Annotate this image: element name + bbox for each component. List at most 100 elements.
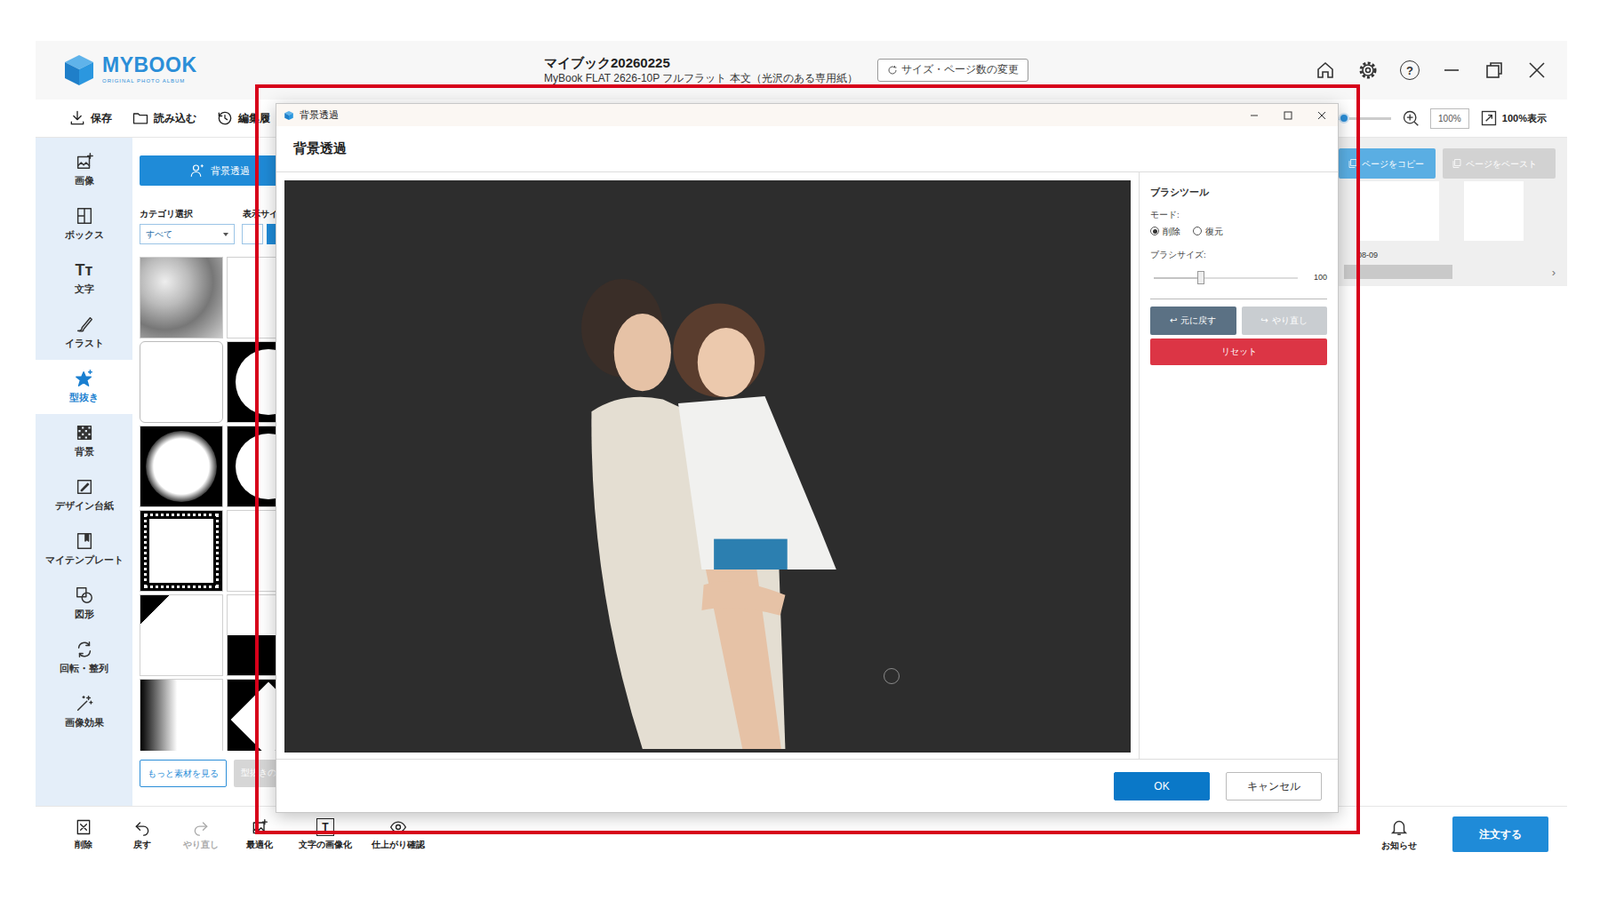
arrow-icon: ↩ [1169,313,1177,328]
logo-tagline: ORIGINAL PHOTO ALBUM [102,77,198,86]
toolbar-item[interactable]: 保存 [68,109,112,128]
material-tile[interactable] [139,510,224,592]
dropdown-caret-icon [223,232,229,237]
bottom-tool-label: 文字の画像化 [298,838,352,852]
sidebar-label: イラスト [64,336,104,352]
bottom-tool-button[interactable]: 仕上がり確認 [368,818,429,852]
toolbar-label: 編集履 [238,110,271,127]
zoom-value[interactable]: 100% [1430,108,1470,129]
material-tile[interactable] [139,594,224,677]
pen-square-icon [74,477,95,497]
sidebar-item[interactable]: 画像 [35,143,133,198]
size-small-button[interactable] [241,224,264,245]
page-button-label: ページをペースト [1465,157,1537,171]
minimize-icon[interactable] [1248,110,1260,121]
sidebar-item[interactable]: 背景 [35,414,133,469]
page-thumbnail[interactable] [1464,181,1524,241]
bottom-tool-button[interactable]: 最適化 [236,818,283,852]
bottom-tool-button[interactable]: 削除 [60,818,107,852]
sidebar-item[interactable]: 回転・整列 [35,631,133,686]
sidebar-item[interactable]: Tт文字 [35,251,133,306]
sidebar-item[interactable]: 型抜き [35,360,133,415]
mode-radio[interactable]: 削除 [1150,224,1181,239]
sidebar-item[interactable]: マイテンプレート [35,522,133,577]
dialog-heading: 背景透過 [276,126,1338,173]
sidebar-item[interactable]: デザイン台紙 [35,468,133,523]
text-image-icon: T [316,818,335,837]
close-icon[interactable] [1316,110,1328,121]
radio-circle[interactable] [1150,226,1160,236]
page-thumbnail[interactable] [1357,181,1440,241]
album-title: マイブック20260225 [544,55,858,72]
brush-size-thumb[interactable] [1197,271,1205,285]
mode-radio[interactable]: 復元 [1192,224,1224,239]
history-label: 元に戻す [1180,313,1216,328]
folder-icon [131,109,150,128]
page-label: 08-09 [1357,249,1378,263]
zoom-controls: 100% 100%表示 [1304,108,1547,129]
sidebar-item[interactable]: ボックス [35,197,133,252]
bell-icon [1389,817,1409,838]
restore-icon[interactable] [1483,59,1505,81]
page-button[interactable]: ページをコピー [1338,148,1436,179]
page-button[interactable]: ページをペースト [1442,148,1556,179]
brush-size-slider[interactable] [1153,277,1298,280]
sidebar: 画像ボックス Tт文字イラスト型抜き背景デザイン台紙マイテンプレート図形回転・整列… [35,137,133,807]
category-select[interactable]: すべて [139,224,235,245]
reset-button[interactable]: リセット [1150,338,1328,366]
sidebar-label: 図形 [74,608,95,623]
minimize-icon[interactable] [1440,59,1463,81]
expand-icon [1480,109,1498,128]
cancel-button[interactable]: キャンセル [1225,772,1322,801]
material-tile[interactable] [139,679,224,752]
bottom-tool-label: 最適化 [246,838,273,852]
sidebar-item[interactable]: イラスト [35,305,133,360]
sidebar-label: 背景 [74,445,95,460]
zoom-thumb[interactable] [1338,112,1350,124]
order-button[interactable]: 注文する [1452,816,1549,853]
more-materials-button[interactable]: もっと素材を見る [139,760,227,788]
notice-button[interactable]: お知らせ [1376,817,1423,853]
page-scrollbar[interactable] [1344,264,1453,280]
toolbar-label: 保存 [90,110,112,127]
edit-canvas[interactable] [284,180,1131,753]
sidebar-label: 型抜き [69,391,99,406]
help-icon[interactable]: ? [1400,60,1420,80]
logo: MYBOOK ORIGINAL PHOTO ALBUM [61,52,544,88]
redo-button[interactable]: ↪やり直し [1241,306,1328,336]
toolbar-item[interactable]: 編集履 [216,109,271,128]
size-change-button[interactable]: サイズ・ページ数の変更 [877,58,1029,81]
star-cutout-icon [74,368,95,389]
brush-tool-title: ブラシツール [1150,184,1328,200]
gear-icon[interactable] [1357,59,1379,81]
bottom-tool-button[interactable]: やり直し [177,818,224,852]
shapes-icon [74,585,95,606]
close-icon[interactable] [1526,59,1548,81]
zoom-fit-button[interactable]: 100%表示 [1480,109,1547,128]
zoom-in-icon[interactable] [1401,109,1420,128]
radio-circle[interactable] [1192,226,1202,236]
sidebar-label: 回転・整列 [59,662,109,677]
material-tile[interactable] [139,425,224,508]
bottom-tool-button[interactable]: T文字の画像化 [295,818,356,852]
text-icon: Tт [75,260,94,280]
undo-icon [133,818,152,837]
sidebar-item[interactable]: 図形 [35,576,133,632]
magic-wand-icon [74,694,95,714]
material-tile[interactable] [139,341,224,424]
scroll-right-button[interactable]: › [1552,264,1556,282]
undo-button[interactable]: ↩元に戻す [1150,306,1237,336]
sidebar-label: ボックス [64,228,104,243]
maximize-icon[interactable] [1282,110,1294,121]
home-icon[interactable] [1314,59,1336,81]
box-icon [74,206,95,226]
sidebar-item[interactable]: 画像効果 [35,685,133,740]
eye-icon [389,818,408,837]
sidebar-label: 画像効果 [64,716,104,731]
material-tile[interactable] [139,256,224,339]
toolbar-item[interactable]: 読み込む [131,109,197,128]
bottom-tool-button[interactable]: 戻す [119,818,166,852]
category-value: すべて [145,227,173,241]
ok-button[interactable]: OK [1113,772,1210,801]
sidebar-label: 画像 [74,174,95,189]
